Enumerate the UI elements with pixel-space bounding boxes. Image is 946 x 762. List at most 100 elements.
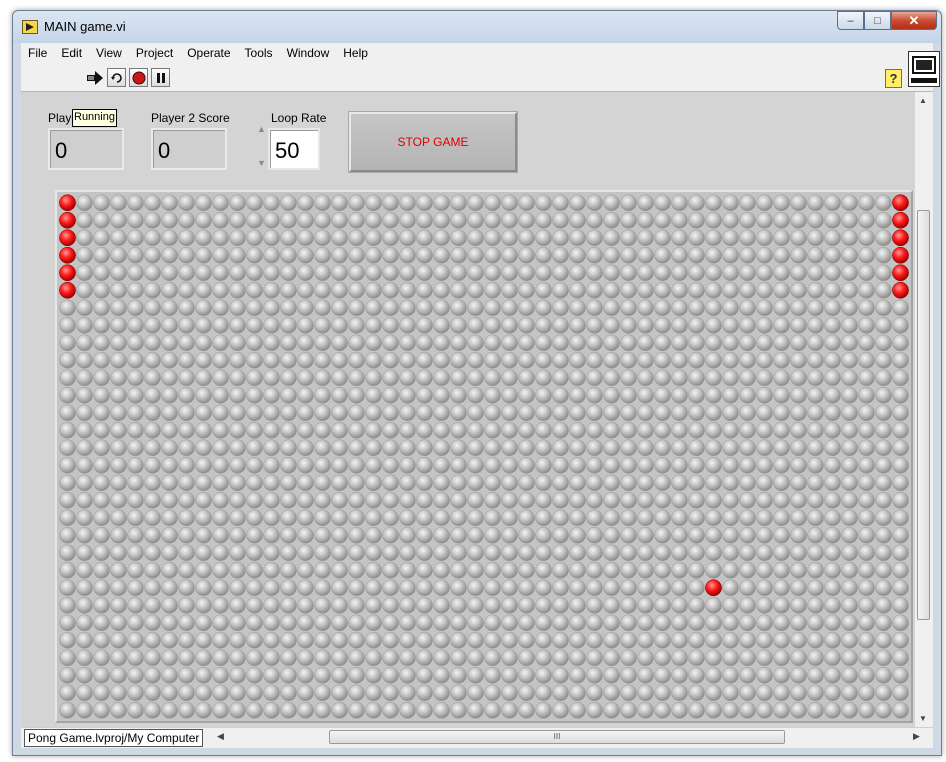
- led-off: [620, 369, 637, 387]
- led-off: [637, 246, 654, 264]
- led-off: [501, 264, 518, 282]
- led-off: [705, 526, 722, 544]
- led-off: [807, 194, 824, 212]
- led-off: [654, 351, 671, 369]
- menu-operate[interactable]: Operate: [180, 46, 237, 60]
- vertical-scrollbar[interactable]: ▲ ▼: [915, 92, 933, 727]
- scroll-down-arrow-icon[interactable]: ▼: [919, 714, 927, 723]
- menu-help[interactable]: Help: [336, 46, 375, 60]
- led-off: [739, 386, 756, 404]
- led-off: [705, 246, 722, 264]
- led-off: [263, 684, 280, 702]
- title-bar[interactable]: MAIN game.vi – □ ✕: [13, 11, 941, 43]
- led-off: [875, 334, 892, 352]
- led-off: [688, 666, 705, 684]
- led-off: [331, 684, 348, 702]
- led-off: [93, 491, 110, 509]
- menu-edit[interactable]: Edit: [54, 46, 89, 60]
- scroll-right-arrow-icon[interactable]: ▶: [913, 731, 920, 742]
- led-off: [722, 334, 739, 352]
- stop-game-button[interactable]: STOP GAME: [349, 112, 517, 172]
- led-off: [263, 439, 280, 457]
- led-off: [705, 439, 722, 457]
- led-off: [263, 316, 280, 334]
- run-continuously-icon[interactable]: [107, 68, 126, 87]
- led-off: [314, 246, 331, 264]
- led-off: [722, 194, 739, 212]
- led-off: [331, 299, 348, 317]
- led-off: [722, 281, 739, 299]
- run-arrow-icon[interactable]: [85, 68, 104, 87]
- led-off: [399, 631, 416, 649]
- scroll-left-arrow-icon[interactable]: ◀: [217, 731, 224, 742]
- led-off: [875, 369, 892, 387]
- led-grid-frame: [55, 190, 913, 723]
- led-off: [382, 404, 399, 422]
- menu-tools[interactable]: Tools: [238, 46, 280, 60]
- led-off: [586, 631, 603, 649]
- context-help-button[interactable]: ?: [885, 69, 902, 88]
- minimize-button[interactable]: –: [837, 11, 864, 30]
- led-off: [110, 194, 127, 212]
- led-off: [59, 334, 76, 352]
- led-off: [246, 614, 263, 632]
- scroll-up-arrow-icon[interactable]: ▲: [919, 96, 927, 105]
- led-off: [382, 264, 399, 282]
- pause-icon[interactable]: [151, 68, 170, 87]
- led-off: [705, 211, 722, 229]
- menu-project[interactable]: Project: [129, 46, 180, 60]
- led-off: [280, 526, 297, 544]
- led-off: [518, 684, 535, 702]
- maximize-button[interactable]: □: [864, 11, 891, 30]
- led-off: [399, 351, 416, 369]
- led-on: [892, 264, 909, 282]
- led-off: [824, 666, 841, 684]
- led-off: [127, 211, 144, 229]
- led-off: [586, 474, 603, 492]
- led-off: [399, 229, 416, 247]
- led-off: [841, 596, 858, 614]
- menu-file[interactable]: File: [21, 46, 54, 60]
- led-off: [671, 684, 688, 702]
- menu-view[interactable]: View: [89, 46, 129, 60]
- decrement-arrow-icon[interactable]: ▼: [257, 158, 266, 168]
- led-off: [722, 701, 739, 719]
- led-off: [382, 229, 399, 247]
- horizontal-scroll-thumb[interactable]: III: [329, 730, 785, 744]
- led-off: [535, 404, 552, 422]
- close-button[interactable]: ✕: [891, 11, 937, 30]
- led-off: [654, 334, 671, 352]
- led-off: [76, 369, 93, 387]
- led-off: [314, 491, 331, 509]
- vertical-scroll-thumb[interactable]: [917, 210, 930, 620]
- led-off: [314, 316, 331, 334]
- led-off: [535, 701, 552, 719]
- led-off: [348, 334, 365, 352]
- led-off: [161, 579, 178, 597]
- led-off: [875, 299, 892, 317]
- led-off: [450, 561, 467, 579]
- abort-icon[interactable]: [129, 68, 148, 87]
- led-on: [59, 264, 76, 282]
- menu-window[interactable]: Window: [280, 46, 337, 60]
- led-off: [875, 194, 892, 212]
- led-off: [586, 439, 603, 457]
- led-off: [773, 386, 790, 404]
- led-off: [297, 614, 314, 632]
- vi-connector-icon[interactable]: [908, 51, 940, 87]
- led-off: [586, 194, 603, 212]
- led-off: [569, 579, 586, 597]
- increment-arrow-icon[interactable]: ▲: [257, 124, 266, 134]
- led-off: [484, 351, 501, 369]
- loop-rate-control[interactable]: 50: [268, 128, 320, 170]
- led-off: [110, 631, 127, 649]
- led-off: [263, 474, 280, 492]
- led-off: [399, 666, 416, 684]
- led-off: [93, 666, 110, 684]
- led-off: [280, 246, 297, 264]
- led-off: [620, 456, 637, 474]
- led-off: [790, 351, 807, 369]
- led-off: [314, 509, 331, 527]
- led-off: [382, 526, 399, 544]
- led-off: [654, 666, 671, 684]
